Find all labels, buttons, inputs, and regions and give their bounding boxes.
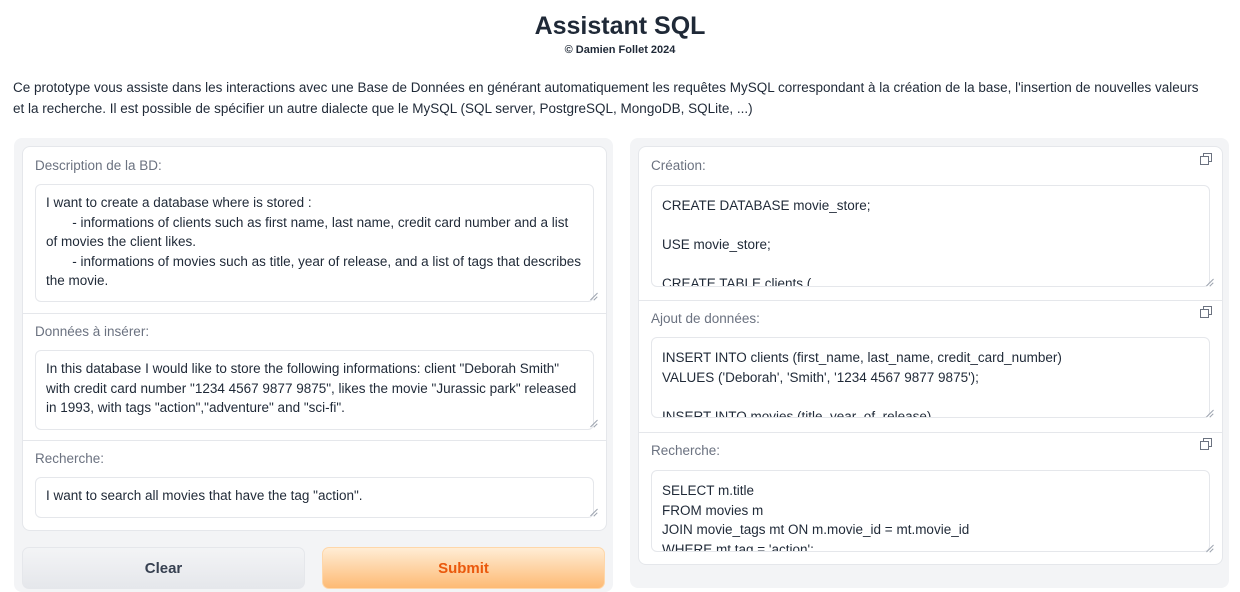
description-block: Description de la BD: I want to create a… [23,147,606,314]
data-textarea[interactable]: In this database I would like to store t… [35,350,594,430]
page-title: Assistant SQL [534,12,706,40]
clear-button[interactable]: Clear [22,547,305,589]
insert-block: Ajout de données: INSERT INTO clients (f… [639,300,1222,433]
insert-label: Ajout de données: [651,311,760,326]
copy-icon[interactable] [1200,306,1212,318]
intro-text: Ce prototype vous assiste dans les inter… [13,80,1199,116]
search-output[interactable]: SELECT m.title FROM movies m JOIN movie_… [651,470,1210,552]
description-label: Description de la BD: [35,158,162,173]
search-textarea[interactable]: I want to search all movies that have th… [35,477,594,518]
search-output-resize-handle[interactable] [1205,544,1213,552]
data-block: Données à insérer: In this database I wo… [23,313,606,441]
data-resize-handle[interactable] [589,419,597,427]
search-input-block: Recherche: I want to search all movies t… [23,440,606,530]
search-resize-handle[interactable] [589,508,597,516]
output-column: Création: CREATE DATABASE movie_store; U… [630,138,1229,588]
search-output-label: Recherche: [651,443,721,458]
creation-block: Création: CREATE DATABASE movie_store; U… [639,147,1222,301]
creation-output[interactable]: CREATE DATABASE movie_store; USE movie_s… [651,185,1210,287]
creation-label: Création: [651,158,706,173]
output-panel: Création: CREATE DATABASE movie_store; U… [638,146,1223,565]
creation-resize-handle[interactable] [1205,278,1213,286]
search-output-block: Recherche: SELECT m.title FROM movies m … [639,432,1222,564]
description-resize-handle[interactable] [589,292,597,300]
insert-resize-handle[interactable] [1205,409,1213,417]
data-label: Données à insérer: [35,324,150,339]
input-panel: Description de la BD: I want to create a… [22,146,607,531]
description-textarea[interactable]: I want to create a database where is sto… [35,184,594,302]
copy-icon[interactable] [1200,153,1212,165]
search-input-label: Recherche: [35,451,105,466]
insert-output[interactable]: INSERT INTO clients (first_name, last_na… [651,337,1210,418]
page-subtitle: © Damien Follet 2024 [564,44,676,56]
input-column: Description de la BD: I want to create a… [14,138,613,592]
submit-button[interactable]: Submit [322,547,605,589]
copy-icon[interactable] [1200,438,1212,450]
